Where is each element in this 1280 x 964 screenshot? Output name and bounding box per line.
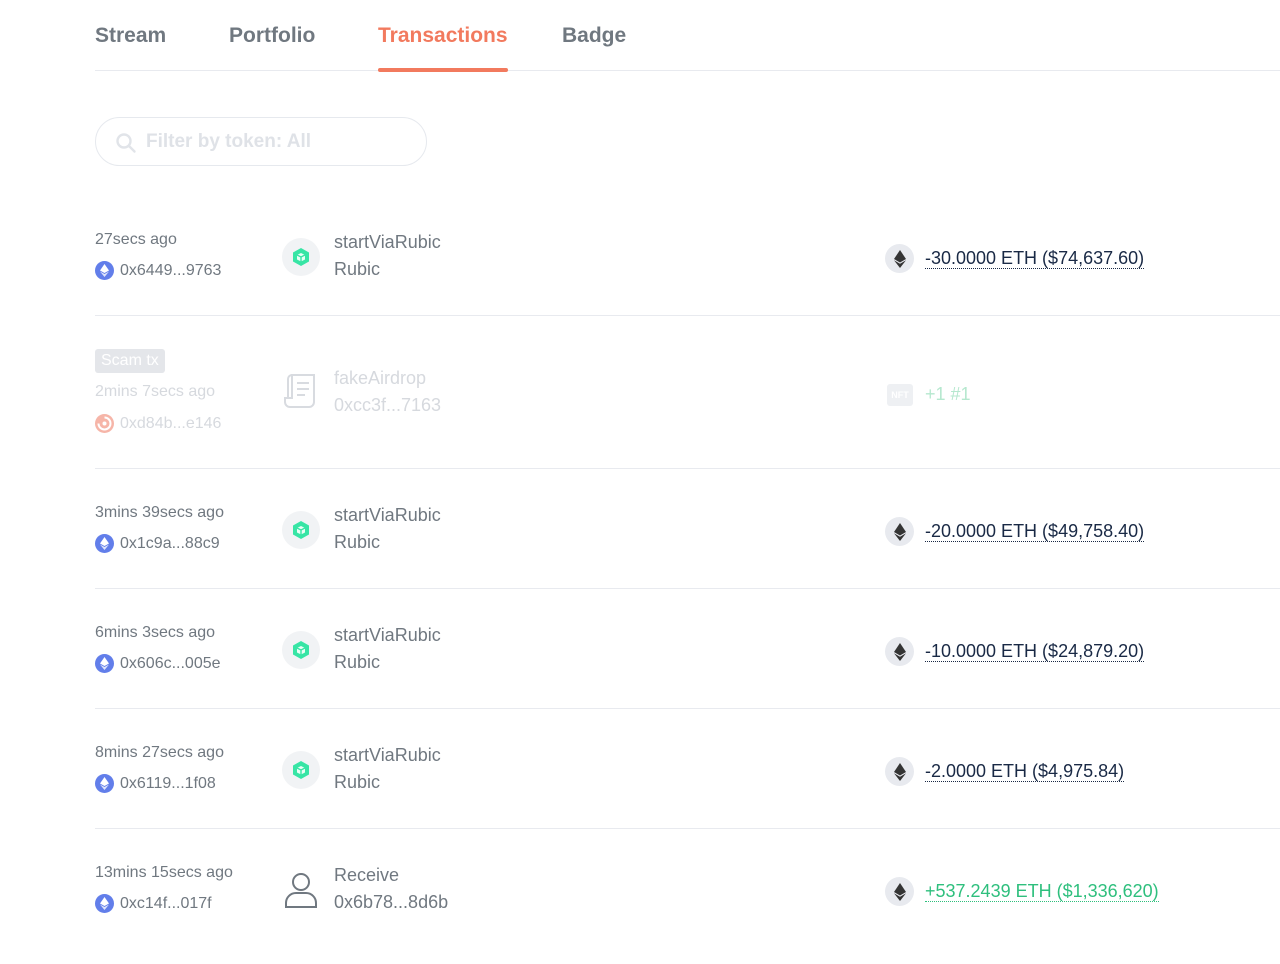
eth-icon bbox=[885, 244, 914, 273]
tx-amount[interactable]: -20.0000 ETH ($49,758.40) bbox=[925, 521, 1145, 542]
token-filter-search[interactable] bbox=[95, 117, 427, 166]
transaction-row-scam[interactable]: Scam tx 2mins 7secs ago 0xd84b...e146 fa… bbox=[95, 316, 1280, 469]
transaction-row[interactable]: 3mins 39secs ago 0x1c9a...88c9 startViaR… bbox=[95, 469, 1280, 589]
tx-time: 13mins 15secs ago bbox=[95, 864, 233, 881]
tx-method-name: startViaRubic bbox=[334, 745, 441, 765]
transaction-row[interactable]: 13mins 15secs ago 0xc14f...017f Receive … bbox=[95, 829, 1280, 949]
rubic-cube-icon bbox=[282, 511, 320, 549]
ethereum-icon bbox=[95, 534, 114, 553]
tx-hash-link[interactable]: 0x6449...9763 bbox=[95, 261, 221, 280]
scam-chain-icon bbox=[95, 414, 114, 433]
ethereum-icon bbox=[95, 654, 114, 673]
transaction-row[interactable]: 8mins 27secs ago 0x6119...1f08 startViaR… bbox=[95, 709, 1280, 829]
tx-time: 27secs ago bbox=[95, 231, 177, 248]
tx-amount[interactable]: -2.0000 ETH ($4,975.84) bbox=[925, 761, 1125, 782]
transaction-row[interactable]: 27secs ago 0x6449...9763 startViaRubic R… bbox=[95, 196, 1280, 316]
tx-from-address: 0x6b78...8d6b bbox=[334, 892, 449, 912]
tx-time: 2mins 7secs ago bbox=[95, 383, 216, 400]
eth-icon bbox=[885, 637, 914, 666]
tx-contract-address: 0xcc3f...7163 bbox=[334, 395, 442, 415]
tx-hash-link[interactable]: 0x6119...1f08 bbox=[95, 774, 216, 793]
eth-icon bbox=[885, 517, 914, 546]
transaction-row[interactable]: 6mins 3secs ago 0x606c...005e startViaRu… bbox=[95, 589, 1280, 709]
transactions-page: Stream Portfolio Transactions Badge 27se… bbox=[0, 0, 1280, 964]
tx-hash-link[interactable]: 0xc14f...017f bbox=[95, 894, 212, 913]
tx-amount[interactable]: +537.2439 ETH ($1,336,620) bbox=[925, 881, 1159, 902]
tx-amount[interactable]: -10.0000 ETH ($24,879.20) bbox=[925, 641, 1145, 662]
tx-method-name: startViaRubic bbox=[334, 625, 441, 645]
tx-protocol: Rubic bbox=[334, 532, 381, 552]
eth-icon bbox=[885, 757, 914, 786]
tab-bar: Stream Portfolio Transactions Badge bbox=[95, 0, 1280, 72]
rubic-cube-icon bbox=[282, 751, 320, 789]
token-filter-input[interactable] bbox=[146, 118, 416, 165]
tx-method-name: startViaRubic bbox=[334, 505, 441, 525]
tx-hash-link[interactable]: 0x606c...005e bbox=[95, 654, 221, 673]
tab-badge[interactable]: Badge bbox=[562, 24, 626, 71]
tx-hash-text: 0xc14f...017f bbox=[120, 894, 212, 912]
tx-hash-link[interactable]: 0xd84b...e146 bbox=[95, 414, 221, 433]
tx-time: 8mins 27secs ago bbox=[95, 744, 224, 761]
tx-hash-text: 0x1c9a...88c9 bbox=[120, 534, 220, 552]
scam-badge: Scam tx bbox=[95, 349, 165, 373]
ethereum-icon bbox=[95, 261, 114, 280]
ethereum-icon bbox=[95, 894, 114, 913]
tx-method-name: Receive bbox=[334, 865, 400, 885]
nft-icon: NFT bbox=[887, 384, 913, 406]
ethereum-icon bbox=[95, 774, 114, 793]
contract-scroll-icon bbox=[282, 372, 320, 410]
transaction-list: 27secs ago 0x6449...9763 startViaRubic R… bbox=[95, 196, 1280, 949]
rubic-cube-icon bbox=[282, 631, 320, 669]
tx-hash-text: 0x6119...1f08 bbox=[120, 774, 216, 792]
tx-amount[interactable]: -30.0000 ETH ($74,637.60) bbox=[925, 248, 1145, 269]
search-icon bbox=[116, 133, 136, 153]
tx-protocol: Rubic bbox=[334, 259, 381, 279]
tx-protocol: Rubic bbox=[334, 772, 381, 792]
tx-hash-link[interactable]: 0x1c9a...88c9 bbox=[95, 534, 220, 553]
tx-method-name: startViaRubic bbox=[334, 232, 441, 252]
tx-amount[interactable]: +1 #1 bbox=[925, 384, 971, 405]
tx-hash-text: 0x6449...9763 bbox=[120, 261, 222, 279]
tx-time: 6mins 3secs ago bbox=[95, 624, 216, 641]
tx-protocol: Rubic bbox=[334, 652, 381, 672]
user-icon bbox=[282, 871, 320, 909]
rubic-cube-icon bbox=[282, 238, 320, 276]
tab-portfolio[interactable]: Portfolio bbox=[229, 24, 315, 71]
tab-transactions[interactable]: Transactions bbox=[378, 24, 508, 72]
eth-icon bbox=[885, 877, 914, 906]
tx-hash-text: 0x606c...005e bbox=[120, 654, 221, 672]
tx-method-name: fakeAirdrop bbox=[334, 368, 427, 388]
tx-time: 3mins 39secs ago bbox=[95, 504, 224, 521]
tab-stream[interactable]: Stream bbox=[95, 24, 166, 71]
tx-hash-text: 0xd84b...e146 bbox=[120, 414, 222, 432]
